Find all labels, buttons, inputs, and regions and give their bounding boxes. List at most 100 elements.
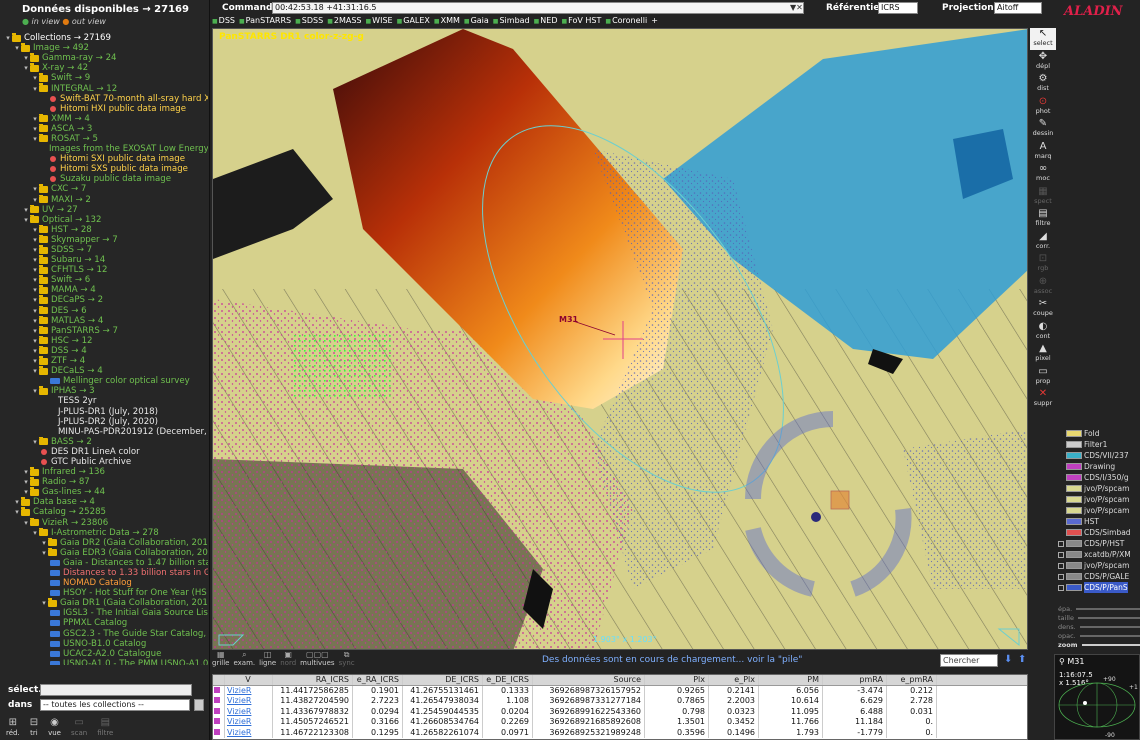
layer-item[interactable]: CDS/I/350/g <box>1058 472 1140 483</box>
tree-item[interactable]: ▾ Radio → 87 <box>0 477 208 487</box>
table-search-input[interactable]: Chercher <box>940 654 998 667</box>
column-header[interactable]: Plx <box>645 675 709 685</box>
tree-item[interactable]: ▾ DECaPS → 2 <box>0 295 208 305</box>
tree-item[interactable]: USNO-B1.0 Catalog <box>0 639 208 649</box>
tree-item[interactable]: ▾ SDSS → 7 <box>0 244 208 255</box>
expand-toggle-icon[interactable]: ▾ <box>40 598 48 608</box>
tree-item[interactable]: ▾ UV → 27 <box>0 204 208 215</box>
expand-toggle-icon[interactable]: ▾ <box>31 84 39 94</box>
tree-item[interactable]: ▾ MAXI → 2 <box>0 194 208 205</box>
survey-shortcut[interactable]: PanSTARRS <box>239 16 291 26</box>
survey-shortcut[interactable]: WISE <box>366 16 392 26</box>
expand-toggle-icon[interactable]: ▾ <box>31 306 39 316</box>
layer-item[interactable]: CDS/P/PanS <box>1058 582 1140 593</box>
expand-toggle-icon[interactable]: ▾ <box>31 295 39 305</box>
expand-toggle-icon[interactable]: ▾ <box>31 225 39 235</box>
expand-toggle-icon[interactable]: ▾ <box>31 528 39 538</box>
stack-slider-track[interactable] <box>1079 625 1140 628</box>
expand-toggle-icon[interactable]: ▾ <box>31 134 39 144</box>
sky-minimap[interactable]: ⚲ M31 1:16:07.5 x 1.516° +90 -90 +1 <box>1054 654 1140 740</box>
tool-filtre-button[interactable]: ▤ filtre <box>1030 208 1056 230</box>
tree-item[interactable]: ▾ Collections → 27169 <box>0 33 208 43</box>
column-header[interactable]: RA_ICRS <box>273 675 353 685</box>
tree-item[interactable]: ▾ CFHTLS → 12 <box>0 265 208 275</box>
tree-item[interactable]: ▾ MATLAS → 4 <box>0 315 208 326</box>
tree-item[interactable]: ▾ I-Astrometric Data → 278 <box>0 527 208 538</box>
tree-tool-button[interactable]: ⊞ réd. <box>6 717 20 737</box>
column-header[interactable]: DE_ICRS <box>403 675 483 685</box>
projection-select[interactable]: Aitoff <box>994 2 1042 14</box>
tree-tool-button[interactable]: ▤ filtre <box>97 717 113 737</box>
tree-item[interactable]: Hitomi SXI public data image <box>0 154 208 164</box>
expand-toggle-icon[interactable]: ▾ <box>31 336 39 346</box>
expand-toggle-icon[interactable]: ▾ <box>40 538 48 548</box>
expand-toggle-icon[interactable]: ▾ <box>22 518 30 528</box>
layer-item[interactable]: Fold <box>1058 428 1140 439</box>
tree-item[interactable]: ▾ ZTF → 4 <box>0 356 208 366</box>
expand-toggle-icon[interactable]: ▾ <box>31 275 39 285</box>
tree-item[interactable]: USNO-A1.0 - The PMM USNO-A1.0 <box>0 659 208 665</box>
expand-toggle-icon[interactable]: ▾ <box>31 195 39 205</box>
stack-slider-track[interactable] <box>1079 634 1140 637</box>
tree-item[interactable]: ▾ DSS → 4 <box>0 345 208 356</box>
tree-item[interactable]: ▾ Subaru → 14 <box>0 255 208 265</box>
expand-toggle-icon[interactable]: ▾ <box>31 124 39 134</box>
survey-shortcut[interactable]: Gaia <box>464 16 489 26</box>
table-row[interactable]: VizieR 11.43827204590 2.7223 41.26547938034… <box>213 696 1027 707</box>
expand-toggle-icon[interactable]: ▾ <box>31 346 39 356</box>
table-row[interactable]: VizieR 11.45057246521 0.3166 41.26608534764… <box>213 717 1027 728</box>
layer-checkbox[interactable] <box>1058 540 1064 547</box>
vizier-link[interactable]: VizieR <box>225 727 273 738</box>
tree-tool-button[interactable]: ⊟ tri <box>30 717 38 737</box>
expand-toggle-icon[interactable]: ▾ <box>13 43 21 53</box>
tree-item[interactable]: Hitomi HXI public data image <box>0 104 208 114</box>
expand-toggle-icon[interactable]: ▾ <box>31 316 39 326</box>
search-prev-icon[interactable]: ⬆ <box>1018 654 1026 665</box>
layer-item[interactable]: CDS/Simbad <box>1058 527 1140 538</box>
column-header[interactable]: V <box>225 675 273 685</box>
expand-toggle-icon[interactable]: ▾ <box>31 366 39 376</box>
stack-slider[interactable]: taille <box>1058 613 1140 622</box>
expand-toggle-icon[interactable]: ▾ <box>31 265 39 275</box>
expand-toggle-icon[interactable]: ▾ <box>22 63 30 73</box>
stack-slider[interactable]: dens. <box>1058 622 1140 631</box>
column-header[interactable]: e_DE_ICRS <box>483 675 533 685</box>
tool-rgb-button[interactable]: ⊡ rgb <box>1030 253 1056 275</box>
table-row[interactable]: VizieR 11.46722123308 0.1295 41.26582261074… <box>213 727 1027 738</box>
expand-toggle-icon[interactable]: ▾ <box>40 548 48 558</box>
tool-moc-button[interactable]: ∞ moc <box>1030 163 1056 185</box>
tree-item[interactable]: ▾ HST → 28 <box>0 224 208 235</box>
view-tool-button[interactable]: ⧉ sync <box>339 650 355 667</box>
column-header[interactable]: PM <box>759 675 823 685</box>
tree-item[interactable]: Swift-BAT 70-month all-sray hard X <box>0 94 208 104</box>
measurement-table[interactable]: V RA_ICRS e_RA_ICRS DE_ICRS e_DE_ICRS Source P… <box>212 674 1028 740</box>
survey-shortcut[interactable]: 2MASS <box>327 16 362 26</box>
expand-toggle-icon[interactable]: ▾ <box>31 326 39 336</box>
expand-toggle-icon[interactable]: ▾ <box>22 215 30 225</box>
tree-item[interactable]: UCAC2-A2.0 Catalogue <box>0 649 208 659</box>
tree-item[interactable]: GTC Public Archive <box>0 457 208 467</box>
survey-shortcut[interactable]: Coronelli <box>605 16 647 26</box>
tree-tool-button[interactable]: ◉ vue <box>48 717 61 737</box>
column-header[interactable]: e_Plx <box>709 675 759 685</box>
tree-item[interactable]: ▾ DES → 6 <box>0 305 208 316</box>
tree-item[interactable]: ▾ IPHAS → 3 <box>0 386 208 396</box>
tree-item[interactable]: TESS 2yr <box>0 396 208 406</box>
sky-view[interactable]: PanSTARRS DR1 color-z-zg-g M31 1.903° x … <box>212 28 1028 650</box>
collection-scope-select[interactable]: -- toutes les collections -- <box>40 699 190 711</box>
view-tool-button[interactable]: ▦ grille <box>212 650 229 667</box>
survey-shortcut[interactable]: DSS <box>212 16 235 26</box>
tree-item[interactable]: ▾ Gas-lines → 44 <box>0 487 208 497</box>
tree-item[interactable]: Hitomi SXS public data image <box>0 164 208 174</box>
expand-toggle-icon[interactable]: ▾ <box>22 477 30 487</box>
column-header[interactable]: e_RA_ICRS <box>353 675 403 685</box>
tree-item[interactable]: ▾ XMM → 4 <box>0 113 208 124</box>
tree-item[interactable]: Mellinger color optical survey <box>0 376 208 386</box>
layer-item[interactable]: xcatdb/P/XM <box>1058 549 1140 560</box>
tree-item[interactable]: ▾ Skymapper → 7 <box>0 234 208 245</box>
layer-checkbox[interactable] <box>1058 573 1064 580</box>
vizier-link[interactable]: VizieR <box>225 717 273 728</box>
expand-toggle-icon[interactable]: ▾ <box>13 497 21 507</box>
expand-toggle-icon[interactable]: ▾ <box>31 235 39 245</box>
expand-toggle-icon[interactable]: ▾ <box>13 507 21 517</box>
